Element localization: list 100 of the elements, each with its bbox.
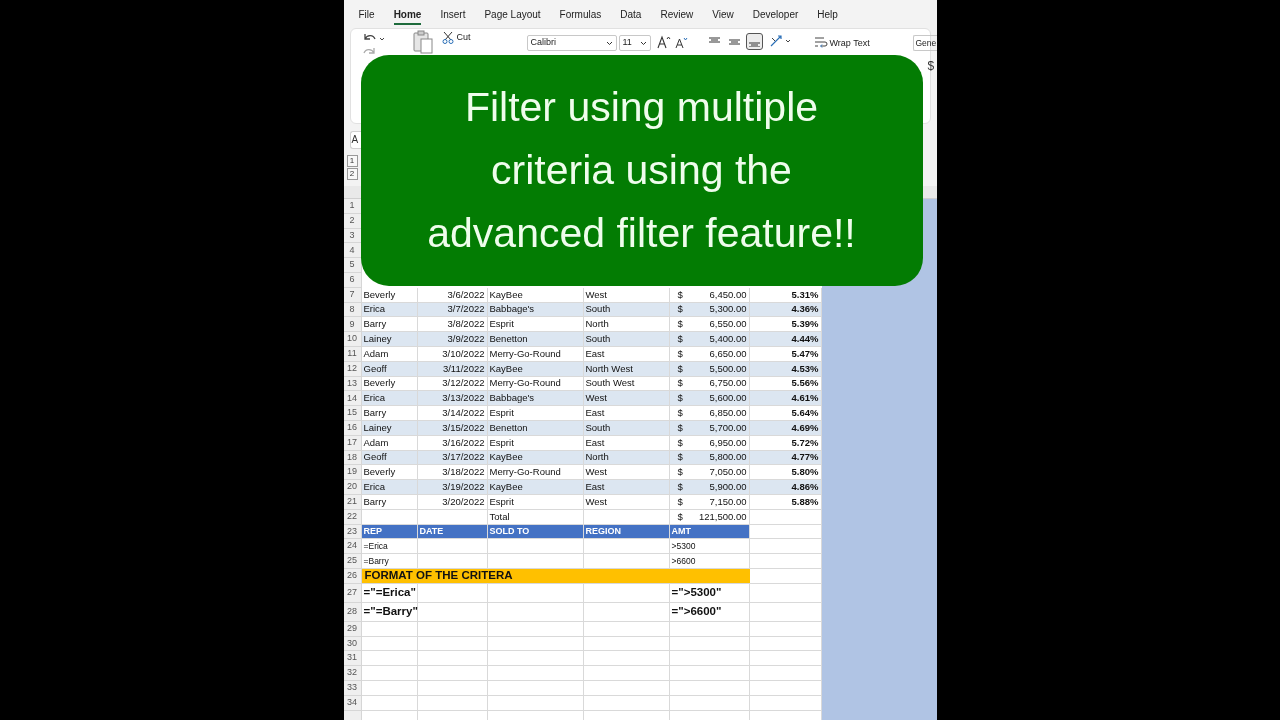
outline-level-button[interactable]: 1: [346, 155, 358, 167]
table-cell: 5.64%: [749, 406, 822, 421]
amount: 6,950.00: [709, 435, 747, 450]
table-cell: Lainey: [361, 420, 418, 436]
row-number: 24: [343, 539, 362, 555]
align-button[interactable]: [745, 33, 763, 50]
currency-sign: $: [676, 465, 683, 480]
table-cell: South: [583, 420, 670, 436]
menu-tab[interactable]: Developer: [752, 6, 799, 22]
table-cell: 3/16/2022: [417, 435, 488, 451]
name-box[interactable]: A: [349, 131, 361, 149]
wrap-text-icon: [813, 35, 828, 49]
amount: 5,800.00: [709, 450, 747, 465]
table-cell: Adam: [361, 346, 418, 362]
table-cell: [417, 695, 488, 711]
chevron-icon: [639, 40, 647, 46]
currency-sign: $: [676, 479, 683, 494]
amount: 7,150.00: [709, 494, 747, 509]
table-cell: REGION: [583, 524, 670, 540]
table-cell: KayBee: [487, 480, 584, 495]
amount: 5,300.00: [709, 302, 747, 317]
menu-tab[interactable]: Data: [620, 6, 642, 22]
outline-level-button[interactable]: 2: [346, 168, 358, 180]
table-cell: Benetton: [487, 420, 584, 436]
table-cell: Barry: [361, 406, 418, 421]
table-cell: West: [583, 287, 670, 303]
menu-tab[interactable]: Formulas: [559, 6, 602, 22]
table-cell: Adam: [361, 435, 418, 451]
row-number: 20: [343, 480, 362, 495]
menu-tab[interactable]: Review: [660, 6, 694, 22]
font-size-value: 11: [622, 36, 632, 50]
currency-sign: $: [676, 346, 683, 361]
table-cell: REP: [361, 524, 418, 540]
table-cell: [417, 509, 488, 525]
table-cell: 3/20/2022: [417, 494, 488, 510]
table-cell: Lainey: [361, 332, 418, 347]
row-header-strip: [343, 710, 362, 720]
table-cell: 5.88%: [749, 494, 822, 510]
amount: 5,900.00: [709, 479, 747, 494]
table-cell: [417, 636, 488, 652]
table-cell: [361, 695, 418, 711]
table-cell: 5.31%: [749, 287, 822, 303]
amount: 5,700.00: [709, 420, 747, 435]
currency-sign: $: [676, 405, 683, 420]
font-name-dropdown[interactable]: Calibri: [526, 35, 617, 51]
table-cell: KayBee: [487, 287, 584, 303]
chevron-icon: [605, 40, 613, 46]
wrap-text-button[interactable]: Wrap Text: [829, 37, 870, 51]
cut-button[interactable]: Cut: [456, 31, 471, 45]
row-number: 19: [343, 465, 362, 481]
table-cell: 3/15/2022: [417, 420, 488, 436]
align-icon: [728, 36, 740, 47]
table-cell: [361, 651, 418, 667]
table-cell: [417, 554, 488, 569]
row-number: 25: [343, 554, 362, 569]
table-cell: 3/10/2022: [417, 346, 488, 362]
amount: 6,450.00: [709, 287, 747, 302]
table-cell: =Barry: [361, 554, 418, 569]
currency-sign: $: [676, 420, 683, 435]
table-cell: [361, 666, 418, 681]
banner-text: Filter using multiple criteria using the advanced filter feature!!: [427, 83, 856, 258]
table-cell: Erica: [361, 480, 418, 495]
table-cell: ="=Barry": [361, 602, 418, 622]
amount: 6,650.00: [709, 346, 747, 361]
table-cell: =Erica: [361, 539, 418, 555]
table-cell: [417, 621, 488, 637]
currency-button[interactable]: $: [927, 57, 935, 75]
grow-font-icon[interactable]: [656, 35, 671, 49]
menu-tab[interactable]: Help: [817, 6, 838, 22]
table-cell: 4.69%: [749, 420, 822, 436]
row-number: 5: [343, 258, 362, 273]
row-number: 32: [343, 666, 362, 681]
menu-tab[interactable]: File: [358, 6, 375, 22]
currency-sign: $: [676, 287, 683, 302]
menu-tab[interactable]: Page Layout: [484, 6, 541, 22]
table-cell: Esprit: [487, 406, 584, 421]
number-format-dropdown[interactable]: Gene: [912, 35, 937, 51]
table-cell: Esprit: [487, 435, 584, 451]
table-cell: 3/11/2022: [417, 361, 488, 377]
table-cell: 3/6/2022: [417, 287, 488, 303]
shrink-font-icon[interactable]: [674, 36, 688, 49]
row-number: 4: [343, 243, 362, 259]
amount: 7,050.00: [709, 465, 747, 480]
amount: 5,500.00: [709, 361, 747, 376]
table-cell: [417, 583, 488, 603]
table-cell: Geoff: [361, 361, 418, 377]
menu-tab[interactable]: Home: [393, 6, 422, 25]
table-cell: East: [583, 406, 670, 421]
amount: 6,750.00: [709, 376, 747, 391]
table-cell: =">5300": [669, 583, 750, 603]
table-cell: Benetton: [487, 332, 584, 347]
font-size-dropdown[interactable]: 11: [618, 35, 651, 51]
table-cell: [417, 666, 488, 681]
table-cell: [361, 636, 418, 652]
table-cell: AMT: [669, 524, 750, 540]
orientation-icon[interactable]: [768, 34, 793, 48]
table-cell: Esprit: [487, 494, 584, 510]
scissors-icon[interactable]: [441, 31, 454, 44]
menu-tab[interactable]: Insert: [440, 6, 466, 22]
menu-tab[interactable]: View: [712, 6, 734, 22]
